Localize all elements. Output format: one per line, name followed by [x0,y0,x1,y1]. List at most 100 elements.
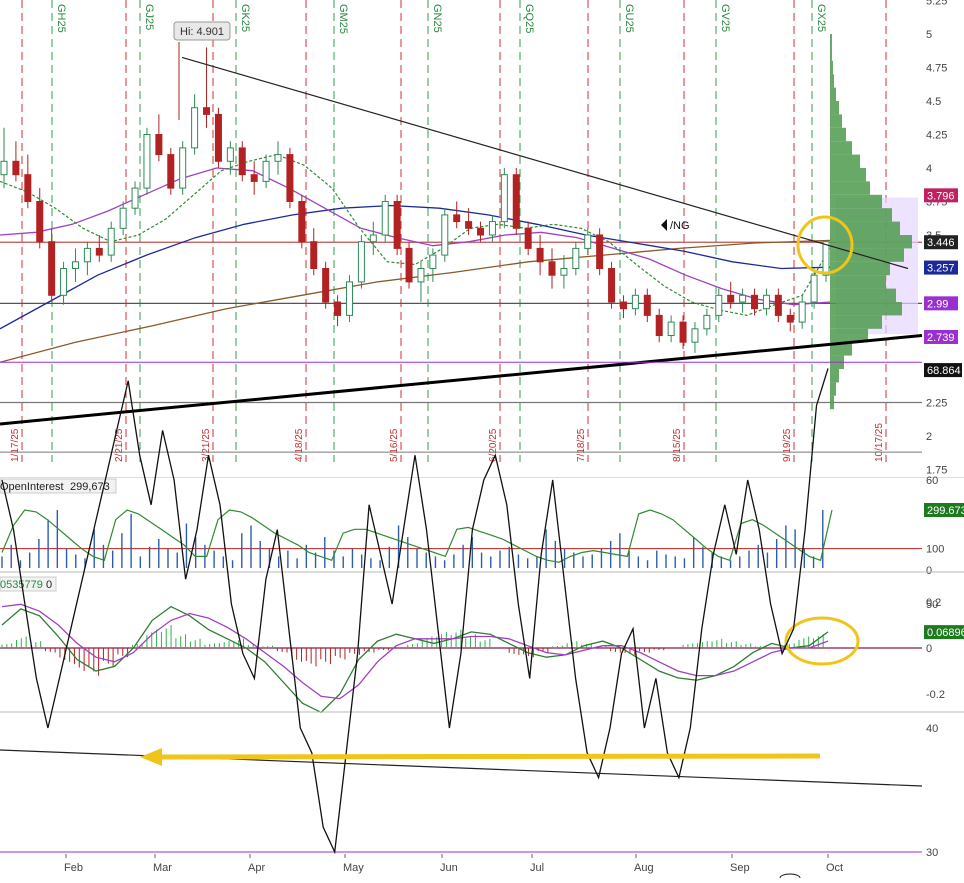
candle-body [584,234,592,249]
volume-profile-bar [830,235,912,249]
expiry-label: 7/18/25 [576,428,587,462]
candle-body [429,254,437,270]
contract-label: GJ25 [143,4,155,30]
candle-body [71,261,79,269]
volume-profile-bar [830,369,839,383]
candle-body [0,160,8,176]
price-axis-tick: 2.25 [926,398,947,410]
volume-profile-bar [830,101,839,115]
volume-profile-bar [830,87,836,101]
oi-label: OpenInterest [0,481,64,493]
macd-pane[interactable]: 0535779 00.20-0.20.06896 [0,574,964,714]
macd-value: 0 [46,579,52,591]
volume-profile-bar [830,114,842,128]
candle-body [214,113,222,162]
candle-body [60,268,68,296]
candle-body [477,227,485,236]
price-axis-tick: 5.25 [926,0,947,8]
candle-body [453,214,461,223]
rsi-axis-tick: 50 [926,599,938,611]
volume-profile-bar [830,168,866,182]
candle-body [167,154,175,189]
macd-badge-text: 0.06896 [927,627,964,639]
candle-body [679,321,687,343]
candle-body [274,154,282,162]
macd-axis-tick: -0.2 [926,689,945,701]
candle-body [536,247,544,263]
candle-body [798,301,806,323]
candle-body [774,294,782,316]
contract-label: GU25 [623,4,635,33]
price-badge-text: 3.257 [927,263,955,275]
rsi-axis-tick: 30 [926,847,938,859]
volume-profile-bar [830,47,832,61]
volume-profile-bar [830,315,882,329]
candle-body [739,294,747,303]
expiry-label: 10/17/25 [874,423,885,462]
candle-body [560,268,568,276]
candle-body [751,294,759,310]
candle-body [703,314,711,330]
candle-body [596,234,604,269]
candle-body [762,294,770,310]
candle-body [786,314,794,323]
candle-body [119,207,127,229]
candle-body [131,187,139,209]
candle-body [12,160,20,176]
candle-body [500,174,508,223]
candle-body [381,201,389,236]
candle-body [465,221,473,229]
candle-body [810,274,818,303]
price-badge-text: 2.739 [927,332,955,344]
x-axis-label: Apr [248,862,265,874]
candle-body [286,154,294,203]
candle-body [608,268,616,303]
price-axis-tick: 4.75 [926,63,947,75]
candle-body [238,147,246,176]
candle-body [334,301,342,316]
candle-body [36,201,44,243]
price-axis-tick: 5 [926,29,932,41]
open-interest-pane[interactable]: OpenInterest 299,6731000299.673 [0,478,964,577]
candle-body [107,227,115,256]
volume-profile-bar [830,382,836,396]
candle-body [488,221,496,236]
candle-body [250,174,258,182]
price-pane[interactable]: GH25 GJ25 GK25 GM25 GN25 GQ25 GU25 GV25 GX25 1/17… [0,0,964,479]
candle-body [643,294,651,316]
volume-profile-bar [830,302,902,316]
x-axis-label: May [343,862,364,874]
candle-body [298,201,306,243]
candle-body [441,214,449,256]
volume-profile-bar [830,275,886,289]
rsi-axis-tick: 60 [926,475,938,487]
price-badge-text: 2.99 [927,298,948,310]
candle-body [691,328,699,343]
candle-body [572,247,580,269]
volume-profile-bar [830,395,834,410]
x-axis-label: Mar [153,862,172,874]
volume-profile-bar [830,248,904,262]
x-axis-label: Feb [64,862,83,874]
candle-body [83,247,91,263]
contract-label: GK25 [239,4,251,32]
symbol-label: /NG [670,220,690,232]
candle-body [393,201,401,249]
expiry-label: 4/18/25 [294,428,305,462]
highlight-arrow-shaft [159,753,821,760]
contract-label: GM25 [337,4,349,34]
candle-body [179,147,187,189]
cursor-mark [779,873,801,883]
candle-body [667,321,675,337]
oi-axis-tick: 100 [926,544,944,556]
contract-label: GX25 [815,4,827,32]
volume-profile-bar [830,141,852,155]
x-axis-label: Aug [634,862,654,874]
expiry-label: 1/17/25 [10,428,21,462]
candle-body [48,241,56,296]
contract-label: GQ25 [523,4,535,33]
volume-profile-bar [830,74,834,88]
volume-profile-bar [830,60,833,75]
candle-body [715,294,723,316]
expiry-label: 3/21/25 [201,428,212,462]
